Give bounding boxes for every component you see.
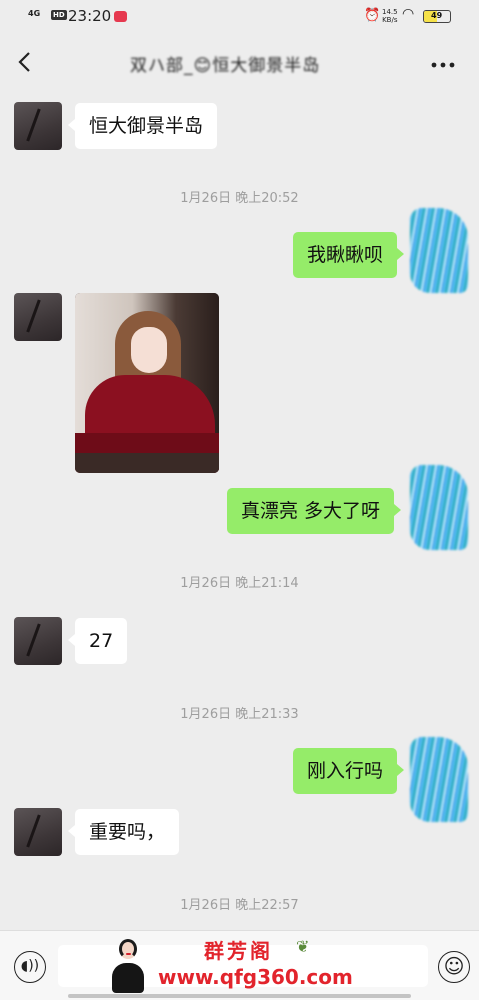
emoji-icon: ☺ xyxy=(443,954,465,978)
home-indicator xyxy=(68,994,411,998)
back-button[interactable] xyxy=(14,48,38,76)
message-bubble-incoming[interactable]: 27 xyxy=(67,618,128,664)
my-avatar[interactable] xyxy=(410,208,468,293)
message-timestamp: 1月26日 晚上20:52 xyxy=(180,191,299,206)
message-timestamp: 1月26日 晚上22:57 xyxy=(180,898,299,913)
my-avatar[interactable] xyxy=(410,465,468,550)
app-notification-icon xyxy=(114,11,127,22)
message-input[interactable] xyxy=(58,945,428,987)
status-time: 23:20 xyxy=(68,7,112,25)
message-timestamp: 1月26日 晚上21:14 xyxy=(180,576,299,591)
contact-avatar[interactable] xyxy=(14,808,62,856)
my-avatar[interactable] xyxy=(410,737,468,822)
input-bar: ◖)) ☺ xyxy=(0,930,479,1000)
message-bubble-outgoing[interactable]: 刚入行吗 xyxy=(293,748,405,794)
contact-avatar[interactable] xyxy=(14,102,62,150)
battery-level: 49 xyxy=(431,11,443,20)
more-icon xyxy=(431,62,455,68)
network-speed: 14.5 KB/s xyxy=(382,8,398,24)
message-bubble-incoming[interactable]: 恒大御景半岛 xyxy=(67,103,218,149)
message-image-incoming[interactable] xyxy=(75,293,219,473)
more-button[interactable] xyxy=(430,50,456,75)
voice-icon: ◖)) xyxy=(20,958,40,974)
contact-avatar[interactable] xyxy=(14,293,62,341)
wifi-icon: ◠ xyxy=(402,6,415,22)
network-indicator: 4G xyxy=(28,9,41,18)
chat-title: 双ハ部_😊恒大御景半岛 xyxy=(130,56,321,76)
network-speed-value: 14.5 xyxy=(382,8,398,16)
message-bubble-outgoing[interactable]: 我瞅瞅呗 xyxy=(293,232,405,278)
battery-icon: 49 xyxy=(423,10,451,23)
alarm-icon: ⏰ xyxy=(364,8,381,23)
voice-button[interactable]: ◖)) xyxy=(14,951,46,983)
chevron-left-icon xyxy=(18,52,30,72)
contact-avatar[interactable] xyxy=(14,617,62,665)
chat-header: 双ハ部_😊恒大御景半岛 xyxy=(0,34,479,92)
emoji-button[interactable]: ☺ xyxy=(438,951,470,983)
message-bubble-incoming[interactable]: 重要吗， xyxy=(67,809,180,855)
message-bubble-outgoing[interactable]: 真漂亮 多大了呀 xyxy=(227,488,402,534)
status-bar: 4G HD 23:20 ⏰ 14.5 KB/s ◠ 49 xyxy=(0,0,479,34)
network-speed-unit: KB/s xyxy=(382,16,398,24)
message-timestamp: 1月26日 晚上21:33 xyxy=(180,707,299,722)
hd-badge: HD xyxy=(51,10,67,20)
